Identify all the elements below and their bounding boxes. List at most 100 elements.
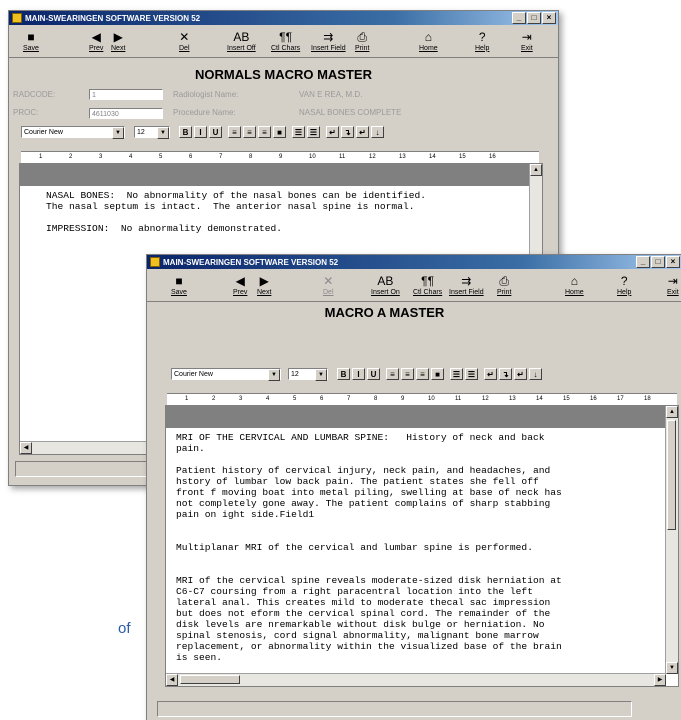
format-button[interactable]: ↵ xyxy=(356,126,369,138)
close-button[interactable]: × xyxy=(542,12,556,24)
format-button[interactable]: ↵ xyxy=(484,368,497,380)
format-button[interactable]: ↴ xyxy=(499,368,512,380)
home-button[interactable]: ⌂ Home xyxy=(565,270,584,300)
radcode-input[interactable]: 1 xyxy=(89,89,163,100)
ctl-chars-button[interactable]: ¶¶ Ctl Chars xyxy=(413,270,442,300)
proc-input[interactable]: 4611030 xyxy=(89,108,163,119)
format-button[interactable]: I xyxy=(194,126,207,138)
ruler-mark: 13 xyxy=(509,396,516,402)
format-button[interactable]: ☰ xyxy=(307,126,320,138)
prev-button[interactable]: ◀ Prev xyxy=(89,26,103,56)
format-button[interactable]: ↵ xyxy=(514,368,527,380)
format-button[interactable]: ↵ xyxy=(326,126,339,138)
radiologist-value: VAN E REA, M.D. xyxy=(299,90,363,99)
home-button[interactable]: ⌂ Home xyxy=(419,26,438,56)
format-button[interactable]: ■ xyxy=(431,368,444,380)
format-button[interactable]: B xyxy=(337,368,350,380)
format-button[interactable]: ≡ xyxy=(228,126,241,138)
scroll-left-icon[interactable]: ◀ xyxy=(166,674,178,686)
insert-off-icon: AB xyxy=(233,29,250,44)
vertical-scrollbar[interactable]: ▲ ▼ xyxy=(665,406,678,674)
delete-button[interactable]: ✕ Del xyxy=(323,270,334,300)
button-label: Print xyxy=(497,288,512,296)
help-button[interactable]: ? Help xyxy=(475,26,489,56)
format-button[interactable]: ≡ xyxy=(243,126,256,138)
font-name-select[interactable]: Courier New ▼ xyxy=(21,126,125,139)
button-label: Insert Off xyxy=(227,44,256,52)
ruler-mark: 10 xyxy=(428,396,435,402)
insert-on-button[interactable]: AB Insert On xyxy=(371,270,400,300)
delete-button[interactable]: ✕ Del xyxy=(179,26,190,56)
ctl-chars-icon: ¶¶ xyxy=(279,29,293,44)
exit-button[interactable]: ⇥ Exit xyxy=(667,270,679,300)
button-label: Help xyxy=(617,288,632,296)
home-icon: ⌂ xyxy=(424,29,432,44)
format-button[interactable]: ↴ xyxy=(341,126,354,138)
format-button[interactable]: B xyxy=(179,126,192,138)
font-name-select[interactable]: Courier New ▼ xyxy=(171,368,281,381)
ctl-chars-icon: ¶¶ xyxy=(421,273,435,288)
document-text[interactable]: MRI OF THE CERVICAL AND LUMBAR SPINE: Hi… xyxy=(166,428,678,663)
scroll-up-icon[interactable]: ▲ xyxy=(530,164,542,176)
format-button[interactable]: U xyxy=(209,126,222,138)
ruler-mark: 2 xyxy=(69,154,73,160)
next-button[interactable]: ▶ Next xyxy=(111,26,125,56)
insert-off-button[interactable]: AB Insert Off xyxy=(227,26,256,56)
format-button[interactable]: ≡ xyxy=(401,368,414,380)
ruler-mark: 6 xyxy=(189,154,193,160)
format-button[interactable]: ↓ xyxy=(371,126,384,138)
procedure-value: NASAL BONES COMPLETE xyxy=(299,108,402,117)
minimize-button[interactable]: _ xyxy=(512,12,526,24)
print-button[interactable]: ⎙ Print xyxy=(497,270,511,300)
format-button[interactable]: ≡ xyxy=(416,368,429,380)
save-button[interactable]: ■ Save xyxy=(23,26,39,56)
document-editor[interactable]: MRI OF THE CERVICAL AND LUMBAR SPINE: Hi… xyxy=(165,405,679,687)
app-icon xyxy=(12,13,22,23)
format-toolbar: Courier New ▼ 12 ▼ B I U ≡ ≡ ≡ ■ ☰ ☰ ↵ ↴ ↵ ↓ xyxy=(21,125,384,139)
format-button[interactable]: ☰ xyxy=(465,368,478,380)
ruler-mark: 15 xyxy=(459,154,466,160)
button-label: Del xyxy=(179,44,190,52)
font-size-select[interactable]: 12 ▼ xyxy=(134,126,170,139)
insert-field-button[interactable]: ⇉ Insert Field xyxy=(449,270,484,300)
print-button[interactable]: ⎙ Print xyxy=(355,26,369,56)
ctl-chars-button[interactable]: ¶¶ Ctl Chars xyxy=(271,26,300,56)
next-button[interactable]: ▶ Next xyxy=(257,270,271,300)
document-text[interactable]: NASAL BONES: No abnormality of the nasal… xyxy=(20,186,542,234)
scroll-right-icon[interactable]: ▶ xyxy=(654,674,666,686)
maximize-button[interactable]: □ xyxy=(527,12,541,24)
format-button[interactable]: I xyxy=(352,368,365,380)
prev-button[interactable]: ◀ Prev xyxy=(233,270,247,300)
format-button[interactable]: ■ xyxy=(273,126,286,138)
format-button[interactable]: ≡ xyxy=(386,368,399,380)
button-label: Print xyxy=(355,44,370,52)
font-size-select[interactable]: 12 ▼ xyxy=(288,368,328,381)
minimize-button[interactable]: _ xyxy=(636,256,650,268)
save-icon: ■ xyxy=(27,29,35,44)
ruler-mark: 5 xyxy=(159,154,163,160)
button-label: Exit xyxy=(521,44,533,52)
ruler-mark: 16 xyxy=(590,396,597,402)
format-button[interactable]: ≡ xyxy=(258,126,271,138)
format-button[interactable]: ☰ xyxy=(450,368,463,380)
chevron-down-icon: ▼ xyxy=(268,369,280,381)
scroll-thumb[interactable] xyxy=(667,420,676,530)
scroll-up-icon[interactable]: ▲ xyxy=(666,406,678,418)
maximize-button[interactable]: □ xyxy=(651,256,665,268)
format-button[interactable]: ↓ xyxy=(529,368,542,380)
ruler-mark: 9 xyxy=(279,154,283,160)
help-button[interactable]: ? Help xyxy=(617,270,631,300)
scroll-thumb[interactable] xyxy=(180,675,240,684)
chevron-down-icon: ▼ xyxy=(157,127,169,139)
format-toolbar: Courier New ▼ 12 ▼ B I U ≡ ≡ ≡ ■ ☰ ☰ ↵ ↴ ↵ ↓ xyxy=(171,367,542,381)
scroll-left-icon[interactable]: ◀ xyxy=(20,442,32,454)
close-button[interactable]: × xyxy=(666,256,680,268)
exit-button[interactable]: ⇥ Exit xyxy=(521,26,533,56)
format-button[interactable]: ☰ xyxy=(292,126,305,138)
scroll-down-icon[interactable]: ▼ xyxy=(666,662,678,674)
format-button[interactable]: U xyxy=(367,368,380,380)
horizontal-scrollbar[interactable]: ◀ ▶ xyxy=(166,673,666,686)
button-label: Home xyxy=(419,44,438,52)
insert-field-button[interactable]: ⇉ Insert Field xyxy=(311,26,346,56)
save-button[interactable]: ■ Save xyxy=(171,270,187,300)
